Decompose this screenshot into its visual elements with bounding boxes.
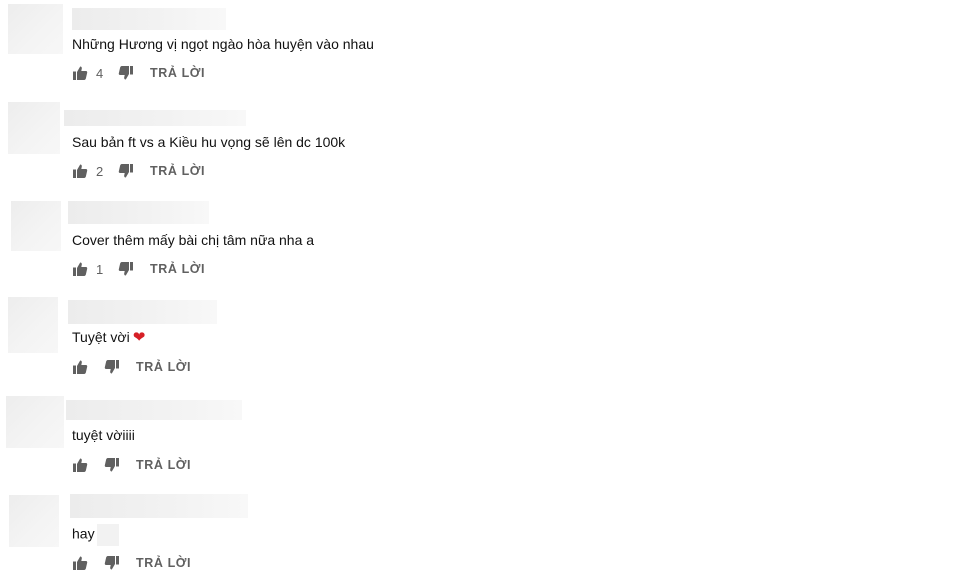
avatar[interactable] — [8, 4, 63, 54]
reply-button[interactable]: TRẢ LỜI — [136, 360, 191, 374]
author-name[interactable] — [68, 201, 209, 224]
thumb-up-icon[interactable] — [72, 65, 88, 81]
like-count: 4 — [96, 65, 104, 81]
thumb-down-icon[interactable] — [118, 65, 134, 81]
comment-text-body: hay — [72, 525, 95, 542]
comment-text-body: Tuyệt vời — [72, 329, 130, 345]
avatar[interactable] — [11, 201, 61, 251]
comment-actions: TRẢ LỜI — [72, 456, 191, 474]
reply-button[interactable]: TRẢ LỜI — [136, 458, 191, 472]
comment-text: Cover thêm mấy bài chị tâm nữa nha a — [72, 232, 315, 248]
reply-button[interactable]: TRẢ LỜI — [150, 164, 205, 178]
comment-actions: TRẢ LỜI — [72, 358, 191, 376]
thumb-down-icon[interactable] — [104, 457, 120, 473]
comment-item: hay TRẢ LỜI — [0, 490, 976, 588]
comment-actions: 4 TRẢ LỜI — [72, 64, 205, 82]
thumb-up-icon[interactable] — [72, 457, 88, 473]
comment-text: tuyệt vờiiii — [72, 427, 135, 443]
like-count: 2 — [96, 163, 104, 179]
author-name[interactable] — [72, 8, 226, 30]
comment-actions: 1 TRẢ LỜI — [72, 260, 205, 278]
comment-text: Tuyệt vời ❤ — [72, 328, 145, 347]
author-name[interactable] — [64, 110, 246, 126]
thumb-down-icon[interactable] — [118, 261, 134, 277]
comment-item: Tuyệt vời ❤ TRẢ LỜI — [0, 294, 976, 392]
thumb-down-icon[interactable] — [104, 555, 120, 571]
reply-button[interactable]: TRẢ LỜI — [150, 66, 205, 80]
avatar[interactable] — [8, 297, 58, 353]
comment-text: hay — [72, 524, 119, 546]
comment-item: Cover thêm mấy bài chị tâm nữa nha a 1 T… — [0, 196, 976, 294]
reply-button[interactable]: TRẢ LỜI — [136, 556, 191, 570]
comment-text: Những Hương vị ngọt ngào hòa huyện vào n… — [72, 36, 374, 52]
heart-emoji: ❤ — [132, 329, 146, 346]
comment-text: Sau bản ft vs a Kiều hu vọng sẽ lên dc 1… — [72, 134, 346, 150]
thumb-down-icon[interactable] — [118, 163, 134, 179]
author-name[interactable] — [70, 494, 248, 518]
comment-item: tuyệt vờiiii TRẢ LỜI — [0, 392, 976, 490]
avatar[interactable] — [6, 396, 64, 448]
author-name[interactable] — [68, 300, 217, 324]
thumb-up-icon[interactable] — [72, 163, 88, 179]
author-name[interactable] — [66, 400, 242, 420]
avatar[interactable] — [8, 102, 60, 154]
thumb-up-icon[interactable] — [72, 359, 88, 375]
reply-button[interactable]: TRẢ LỜI — [150, 262, 205, 276]
avatar[interactable] — [9, 495, 59, 547]
comment-actions: 2 TRẢ LỜI — [72, 162, 205, 180]
comment-item: Những Hương vị ngọt ngào hòa huyện vào n… — [0, 0, 976, 98]
thumb-up-icon[interactable] — [72, 261, 88, 277]
thumb-down-icon[interactable] — [104, 359, 120, 375]
comment-item: Sau bản ft vs a Kiều hu vọng sẽ lên dc 1… — [0, 98, 976, 196]
thumb-up-icon[interactable] — [72, 555, 88, 571]
blurred-region — [96, 524, 119, 546]
comment-actions: TRẢ LỜI — [72, 554, 191, 572]
like-count: 1 — [96, 261, 104, 277]
